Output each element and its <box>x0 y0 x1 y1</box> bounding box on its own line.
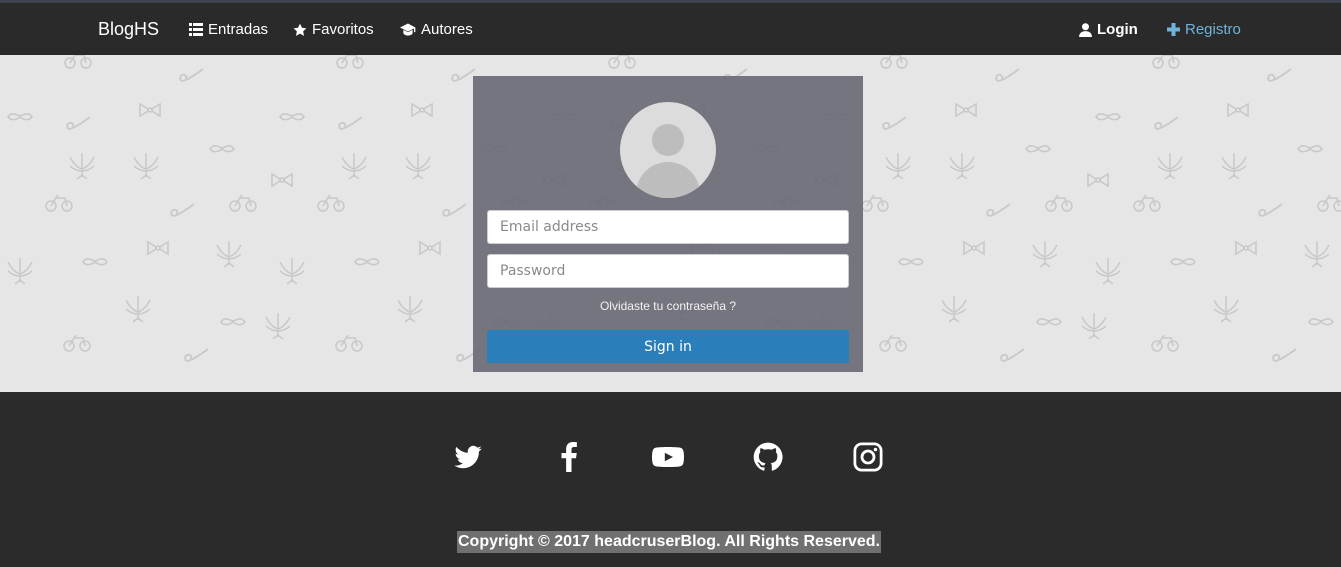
facebook-icon[interactable] <box>554 442 584 472</box>
star-icon <box>293 23 307 37</box>
forgot-password-link[interactable]: Olvidaste tu contraseña ? <box>473 299 863 313</box>
avatar-body <box>636 162 700 198</box>
nav-entradas[interactable]: Entradas <box>189 21 268 38</box>
plus-icon <box>1167 23 1180 36</box>
twitter-icon[interactable] <box>453 442 483 472</box>
github-icon[interactable] <box>753 442 783 472</box>
youtube-icon[interactable] <box>652 442 684 472</box>
nav-login[interactable]: Login <box>1079 21 1138 38</box>
password-field[interactable] <box>487 254 849 288</box>
nav-favoritos[interactable]: Favoritos <box>293 21 374 38</box>
nav-favoritos-label: Favoritos <box>312 21 374 38</box>
sign-in-button[interactable]: Sign in <box>487 330 849 363</box>
list-icon <box>189 23 203 36</box>
copyright-text: Copyright © 2017 headcruserBlog. All Rig… <box>457 531 881 553</box>
top-navbar: BlogHS Entradas Favoritos Autores Login … <box>0 0 1341 55</box>
login-card: Olvidaste tu contraseña ? Sign in <box>473 76 863 372</box>
main-content: Olvidaste tu contraseña ? Sign in <box>0 55 1341 392</box>
email-field[interactable] <box>487 210 849 244</box>
nav-registro-label: Registro <box>1185 21 1241 38</box>
avatar-head <box>652 124 684 156</box>
nav-login-label: Login <box>1097 21 1138 38</box>
nav-registro[interactable]: Registro <box>1167 21 1241 38</box>
nav-autores[interactable]: Autores <box>400 21 473 38</box>
graduation-cap-icon <box>400 23 416 36</box>
instagram-icon[interactable] <box>853 442 883 472</box>
brand-link[interactable]: BlogHS <box>98 19 159 40</box>
footer: Copyright © 2017 headcruserBlog. All Rig… <box>0 392 1341 567</box>
user-icon <box>1079 22 1092 37</box>
nav-autores-label: Autores <box>421 21 473 38</box>
avatar-placeholder <box>620 102 716 198</box>
nav-entradas-label: Entradas <box>208 21 269 38</box>
